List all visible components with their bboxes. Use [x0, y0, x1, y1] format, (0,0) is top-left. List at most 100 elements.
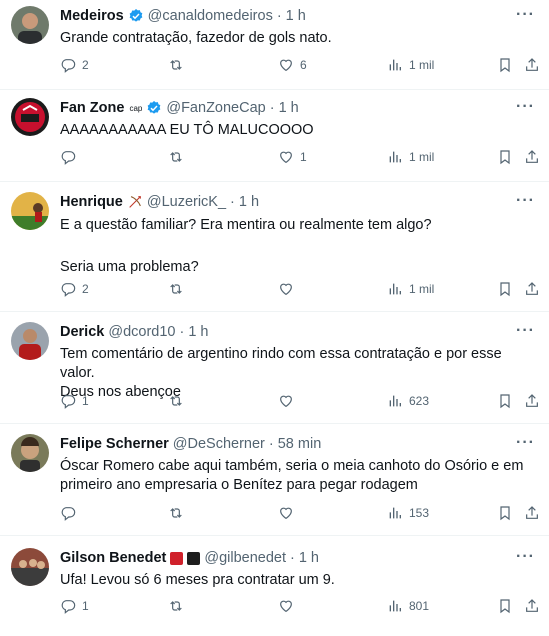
like-icon: [280, 395, 292, 408]
share-button[interactable]: [524, 393, 540, 409]
share-icon: [526, 394, 538, 407]
author-name[interactable]: Fan Zone: [60, 100, 124, 116]
bookmark-button[interactable]: [497, 505, 513, 521]
like-button[interactable]: [278, 505, 300, 521]
author-name[interactable]: Gilson Benedet: [60, 550, 166, 566]
share-button[interactable]: [524, 57, 540, 73]
like-icon: [280, 151, 292, 164]
separator-dot: ·: [276, 8, 282, 24]
share-icon: [526, 150, 538, 163]
timestamp[interactable]: 58 min: [278, 436, 322, 452]
author-name[interactable]: Felipe Scherner: [60, 436, 169, 452]
retweet-button[interactable]: [168, 598, 184, 614]
reply-button[interactable]: 2: [60, 281, 89, 297]
views-count: 1 mil: [409, 282, 435, 296]
bookmark-icon: [500, 599, 510, 614]
author-handle[interactable]: @dcord10: [108, 324, 175, 340]
retweet-button[interactable]: [168, 281, 184, 297]
tweet-text-line: primeiro ano empresaria o Benítez para p…: [60, 477, 418, 493]
reply-button[interactable]: [60, 149, 82, 165]
views-button[interactable]: 1 mil: [387, 281, 434, 297]
like-button[interactable]: 1: [278, 149, 307, 165]
separator-dot: ·: [268, 436, 274, 452]
avatar[interactable]: [11, 98, 49, 136]
retweet-button[interactable]: [168, 57, 184, 73]
tweet-text: Ufa! Levou só 6 meses pra contratar um 9…: [60, 571, 529, 590]
views-button[interactable]: 1 mil: [387, 149, 434, 165]
author-handle[interactable]: @canaldomedeiros: [148, 8, 273, 24]
timestamp[interactable]: 1 h: [188, 324, 208, 340]
tweet-text-line: AAAAAAAAAAA EU TÔ MALUCOOOO: [60, 122, 314, 138]
timestamp[interactable]: 1 h: [286, 8, 306, 24]
views-button[interactable]: 623: [387, 393, 429, 409]
timestamp[interactable]: 1 h: [279, 100, 299, 116]
like-button[interactable]: [278, 281, 300, 297]
verified-icon: [148, 101, 161, 114]
tweet[interactable]: Felipe Scherner @DeScherner · 58 min ···…: [0, 424, 549, 536]
more-icon[interactable]: ···: [516, 98, 535, 116]
like-button[interactable]: [278, 598, 300, 614]
reply-button[interactable]: 2: [60, 57, 89, 73]
like-button[interactable]: 6: [278, 57, 307, 73]
views-count: 153: [409, 506, 430, 520]
avatar[interactable]: [11, 192, 49, 230]
views-count: 1 mil: [409, 58, 435, 72]
views-button[interactable]: 801: [387, 598, 429, 614]
author-name[interactable]: Henrique: [60, 194, 123, 210]
timestamp[interactable]: 1 h: [239, 194, 259, 210]
tweet[interactable]: Medeiros @canaldomedeiros · 1 h ··· Gran…: [0, 0, 549, 90]
views-count: 801: [409, 599, 430, 613]
more-icon[interactable]: ···: [516, 322, 535, 340]
author-name[interactable]: Derick: [60, 324, 104, 340]
retweet-button[interactable]: [168, 149, 184, 165]
reply-button[interactable]: 1: [60, 393, 89, 409]
more-icon[interactable]: ···: [516, 434, 535, 452]
tweet-actions: 153: [60, 505, 540, 525]
author-handle[interactable]: @DeScherner: [173, 436, 265, 452]
timestamp[interactable]: 1 h: [299, 550, 319, 566]
more-icon[interactable]: ···: [516, 548, 535, 566]
reply-icon: [61, 151, 76, 165]
reply-button[interactable]: 1: [60, 598, 89, 614]
views-icon: [389, 507, 401, 519]
share-button[interactable]: [524, 281, 540, 297]
bookmark-button[interactable]: [497, 149, 513, 165]
views-icon: [389, 59, 401, 71]
retweet-button[interactable]: [168, 393, 184, 409]
tweet-text-line: Óscar Romero cabe aqui também, seria o m…: [60, 458, 524, 474]
author-handle[interactable]: @gilbenedet: [204, 550, 286, 566]
tweet-text-line: E a questão familiar? Era mentira ou rea…: [60, 217, 432, 233]
reply-icon: [61, 395, 76, 409]
avatar[interactable]: [11, 434, 49, 472]
retweet-icon: [170, 284, 182, 294]
bookmark-button[interactable]: [497, 393, 513, 409]
more-icon[interactable]: ···: [516, 192, 535, 210]
reply-icon: [61, 283, 76, 297]
views-button[interactable]: 153: [387, 505, 429, 521]
share-button[interactable]: [524, 598, 540, 614]
bookmark-button[interactable]: [497, 57, 513, 73]
author-name[interactable]: Medeiros: [60, 8, 124, 24]
retweet-button[interactable]: [168, 505, 184, 521]
bow-emoji-icon: [129, 196, 141, 208]
like-button[interactable]: [278, 393, 300, 409]
bookmark-button[interactable]: [497, 281, 513, 297]
tweet[interactable]: Gilson Benedet @gilbenedet · 1 h ··· Ufa…: [0, 536, 549, 636]
reply-button[interactable]: [60, 505, 82, 521]
avatar[interactable]: [11, 6, 49, 44]
share-button[interactable]: [524, 149, 540, 165]
author-handle[interactable]: @LuzericK_: [147, 194, 226, 210]
avatar[interactable]: [11, 548, 49, 586]
avatar[interactable]: [11, 322, 49, 360]
more-icon[interactable]: ···: [516, 6, 535, 24]
reply-count: 1: [82, 599, 89, 613]
views-button[interactable]: 1 mil: [387, 57, 434, 73]
like-icon: [280, 283, 292, 296]
author-handle[interactable]: @FanZoneCap: [166, 100, 265, 116]
bookmark-button[interactable]: [497, 598, 513, 614]
share-button[interactable]: [524, 505, 540, 521]
tweet[interactable]: Henrique @LuzericK_ · 1 h ··· E a questã…: [0, 182, 549, 312]
tweet[interactable]: Derick @dcord10 · 1 h ··· Tem comentário…: [0, 312, 549, 424]
separator-dot: ·: [179, 324, 185, 340]
tweet[interactable]: Fan Zone cap @FanZoneCap · 1 h ··· AAAAA…: [0, 90, 549, 182]
